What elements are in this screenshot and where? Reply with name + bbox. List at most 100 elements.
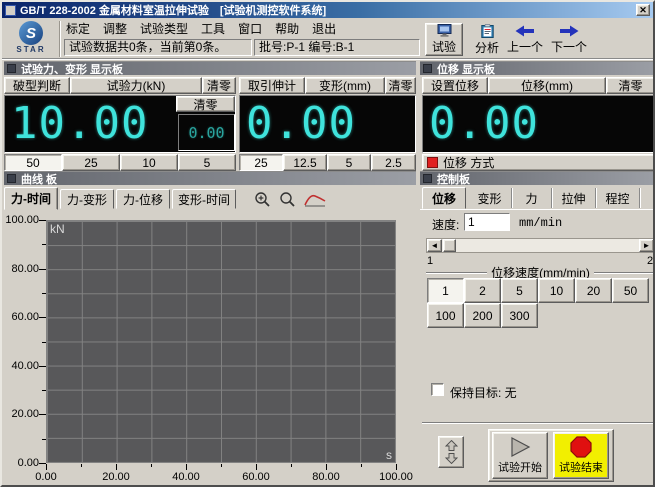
menu-item-test-type[interactable]: 试验类型 <box>138 19 190 38</box>
menu-item-calibrate[interactable]: 标定 <box>64 19 92 38</box>
set-displacement-button[interactable]: 设置位移 <box>422 77 488 94</box>
logo-brand-text: STAR <box>16 45 46 54</box>
slider-left-arrow[interactable]: ◄ <box>427 239 442 252</box>
toolbar-test-button[interactable]: 试验 <box>425 23 463 56</box>
x-minor-tick <box>81 464 82 467</box>
ctab-program[interactable]: 程控 <box>596 188 640 208</box>
y-tick <box>39 365 46 367</box>
fracture-judge-button[interactable]: 破型判断 <box>4 77 70 94</box>
logo-s-icon: S <box>19 21 43 45</box>
deform-range-5[interactable]: 5 <box>327 154 371 171</box>
clipboard-icon <box>480 23 494 38</box>
jog-button[interactable] <box>438 436 464 468</box>
x-minor-tick <box>361 464 362 467</box>
toolbar-previous-label: 上一个 <box>506 39 543 54</box>
y-tick-label: 100.00 <box>5 214 39 226</box>
status-records: 试验数据共0条，当前第0条。 <box>64 39 252 56</box>
speed-preset-2[interactable]: 2 <box>464 278 501 303</box>
y-tick <box>39 220 46 221</box>
displacement-mm-button[interactable]: 位移(mm) <box>488 77 606 94</box>
x-tick-label: 20.00 <box>102 471 130 483</box>
speed-preset-300[interactable]: 300 <box>501 303 538 328</box>
speed-slider[interactable]: ◄ ► <box>426 238 653 253</box>
force-clear-button[interactable]: 清零 <box>202 77 236 94</box>
plot-canvas[interactable]: kN s <box>46 220 396 463</box>
x-minor-tick <box>151 464 152 467</box>
toolbar-analysis-button[interactable]: 分析 <box>468 23 506 56</box>
displacement-display: 0.00 <box>422 95 653 153</box>
title-bar: GB/T 228-2002 金属材料室温拉伸试验 [试验机测控软件系统] ✕ <box>2 2 653 18</box>
speed-preset-20[interactable]: 20 <box>575 278 612 303</box>
displacement-value: 0.00 <box>429 98 539 149</box>
test-stop-button[interactable]: 试验结束 <box>553 432 609 479</box>
tab-force-deform[interactable]: 力-变形 <box>60 189 114 209</box>
zoom-out-icon[interactable] <box>279 191 296 208</box>
menu-item-tools[interactable]: 工具 <box>199 19 227 38</box>
ctab-displacement[interactable]: 位移 <box>422 187 466 209</box>
toolbar-analysis-label: 分析 <box>474 40 499 55</box>
disp-clear-button[interactable]: 清零 <box>606 77 653 94</box>
toolbar-previous-button[interactable]: 上一个 <box>504 23 546 56</box>
panel-collapse-icon[interactable] <box>7 174 16 183</box>
menu-item-window[interactable]: 窗口 <box>236 19 264 38</box>
force-kn-button[interactable]: 试验力(kN) <box>70 77 202 94</box>
x-tick <box>326 464 327 470</box>
tab-force-time[interactable]: 力-时间 <box>4 187 58 210</box>
force-value: 10.00 <box>11 98 149 149</box>
ctab-deformation[interactable]: 变形 <box>468 188 512 208</box>
speed-preset-1[interactable]: 1 <box>427 278 464 303</box>
force-panel-title: 试验力、变形 显示板 <box>21 63 124 76</box>
panel-collapse-icon[interactable] <box>423 174 432 183</box>
y-tick-label: 80.00 <box>11 262 39 275</box>
ctab-force[interactable]: 力 <box>512 188 552 208</box>
force-range-25[interactable]: 25 <box>62 154 120 171</box>
speed-preset-10[interactable]: 10 <box>538 278 575 303</box>
force-range-50[interactable]: 50 <box>4 154 62 171</box>
menu-item-exit[interactable]: 退出 <box>310 19 338 38</box>
deform-clear-button[interactable]: 清零 <box>385 77 416 94</box>
deform-mm-button[interactable]: 变形(mm) <box>305 77 385 94</box>
menu-item-help[interactable]: 帮助 <box>273 19 301 38</box>
zoom-in-icon[interactable] <box>254 191 271 208</box>
menu-bar: 标定 调整 试验类型 工具 窗口 帮助 退出 <box>64 20 338 37</box>
y-tick-label: 20.00 <box>11 408 39 421</box>
deform-range-2-5[interactable]: 2.5 <box>371 154 416 171</box>
force-range-10[interactable]: 10 <box>120 154 178 171</box>
force-range-5[interactable]: 5 <box>178 154 236 171</box>
y-minor-tick <box>42 244 46 246</box>
deform-range-12-5[interactable]: 12.5 <box>283 154 327 171</box>
speed-preset-200[interactable]: 200 <box>464 303 501 328</box>
menu-item-adjust[interactable]: 调整 <box>101 19 129 38</box>
y-tick-label: 40.00 <box>11 359 39 372</box>
peak-clear-button[interactable]: 清零 <box>176 96 235 112</box>
speed-preset-50[interactable]: 50 <box>612 278 649 303</box>
slider-thumb[interactable] <box>443 239 456 252</box>
toolbar-test-label: 试验 <box>431 40 456 54</box>
close-button[interactable]: ✕ <box>636 4 650 16</box>
toolbar-next-button[interactable]: 下一个 <box>547 23 591 56</box>
control-divider <box>422 422 653 424</box>
brand-logo: S STAR <box>5 20 57 58</box>
curve-panel-header: 曲线 板 <box>4 171 416 186</box>
test-start-button[interactable]: 试验开始 <box>492 432 548 479</box>
x-tick-label: 100.00 <box>379 471 413 483</box>
y-tick-label: 0.00 <box>17 457 39 469</box>
curve-tool-icon[interactable] <box>304 192 326 207</box>
ctab-tensile[interactable]: 拉伸 <box>552 188 596 208</box>
panel-collapse-icon[interactable] <box>423 64 432 73</box>
speed-preset-5[interactable]: 5 <box>501 278 538 303</box>
speed-input[interactable]: 1 <box>464 213 510 231</box>
chart-toolbar <box>254 191 326 208</box>
x-minor-tick <box>291 464 292 467</box>
slider-right-arrow[interactable]: ► <box>639 239 653 252</box>
mode-indicator-icon <box>427 157 438 168</box>
stop-icon <box>570 436 592 458</box>
speed-preset-100[interactable]: 100 <box>427 303 464 328</box>
tab-deform-time[interactable]: 变形-时间 <box>172 189 236 209</box>
panel-collapse-icon[interactable] <box>7 64 16 73</box>
tab-force-disp[interactable]: 力-位移 <box>116 189 170 209</box>
deform-range-25[interactable]: 25 <box>239 154 283 171</box>
hold-target-checkbox[interactable] <box>431 383 444 396</box>
extensometer-button[interactable]: 取引伸计 <box>239 77 305 94</box>
test-start-label: 试验开始 <box>498 462 542 474</box>
